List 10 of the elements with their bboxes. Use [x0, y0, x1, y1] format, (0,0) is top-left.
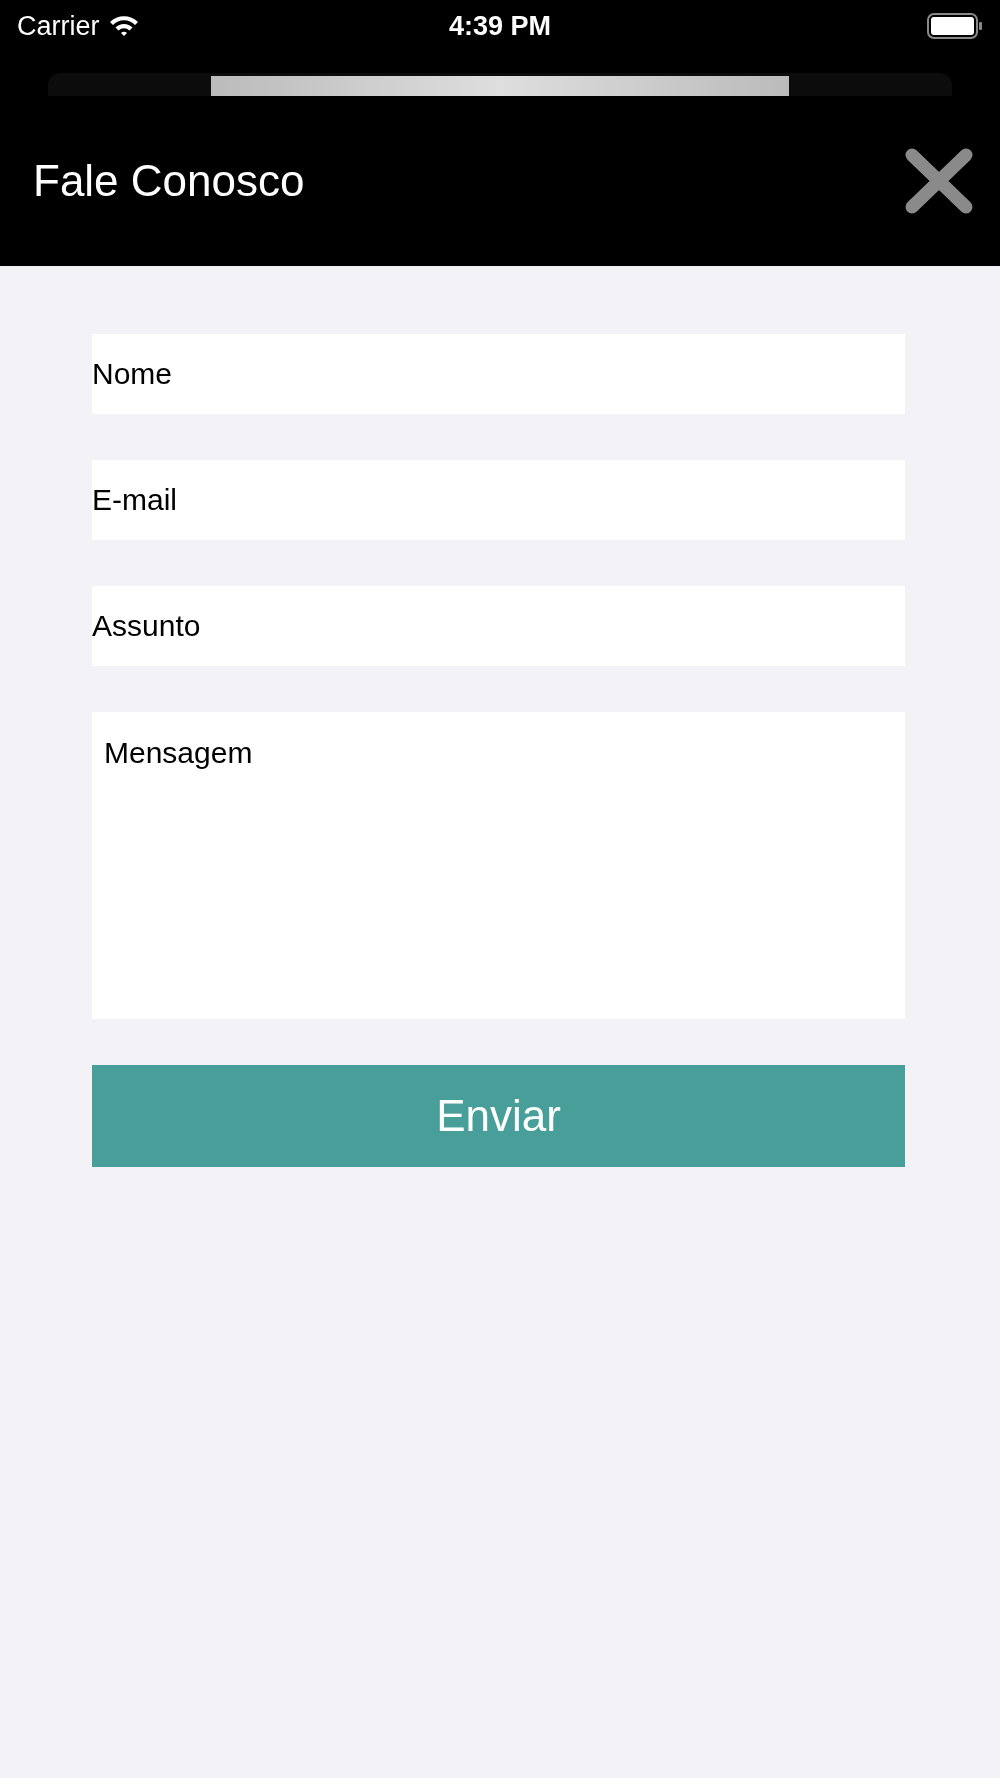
input-field[interactable]: E-mail: [92, 460, 905, 540]
battery-icon: [927, 13, 983, 39]
input-field[interactable]: Nome: [92, 334, 905, 414]
message-field[interactable]: Mensagem: [92, 712, 905, 1019]
input-field[interactable]: Assunto: [92, 586, 905, 666]
submit-button[interactable]: Enviar: [92, 1065, 905, 1167]
header-title: Fale Conosco: [33, 155, 305, 207]
carrier-name: Carrier: [17, 9, 100, 43]
status-time: 4:39 PM: [448, 9, 551, 43]
close-icon: [904, 147, 974, 215]
